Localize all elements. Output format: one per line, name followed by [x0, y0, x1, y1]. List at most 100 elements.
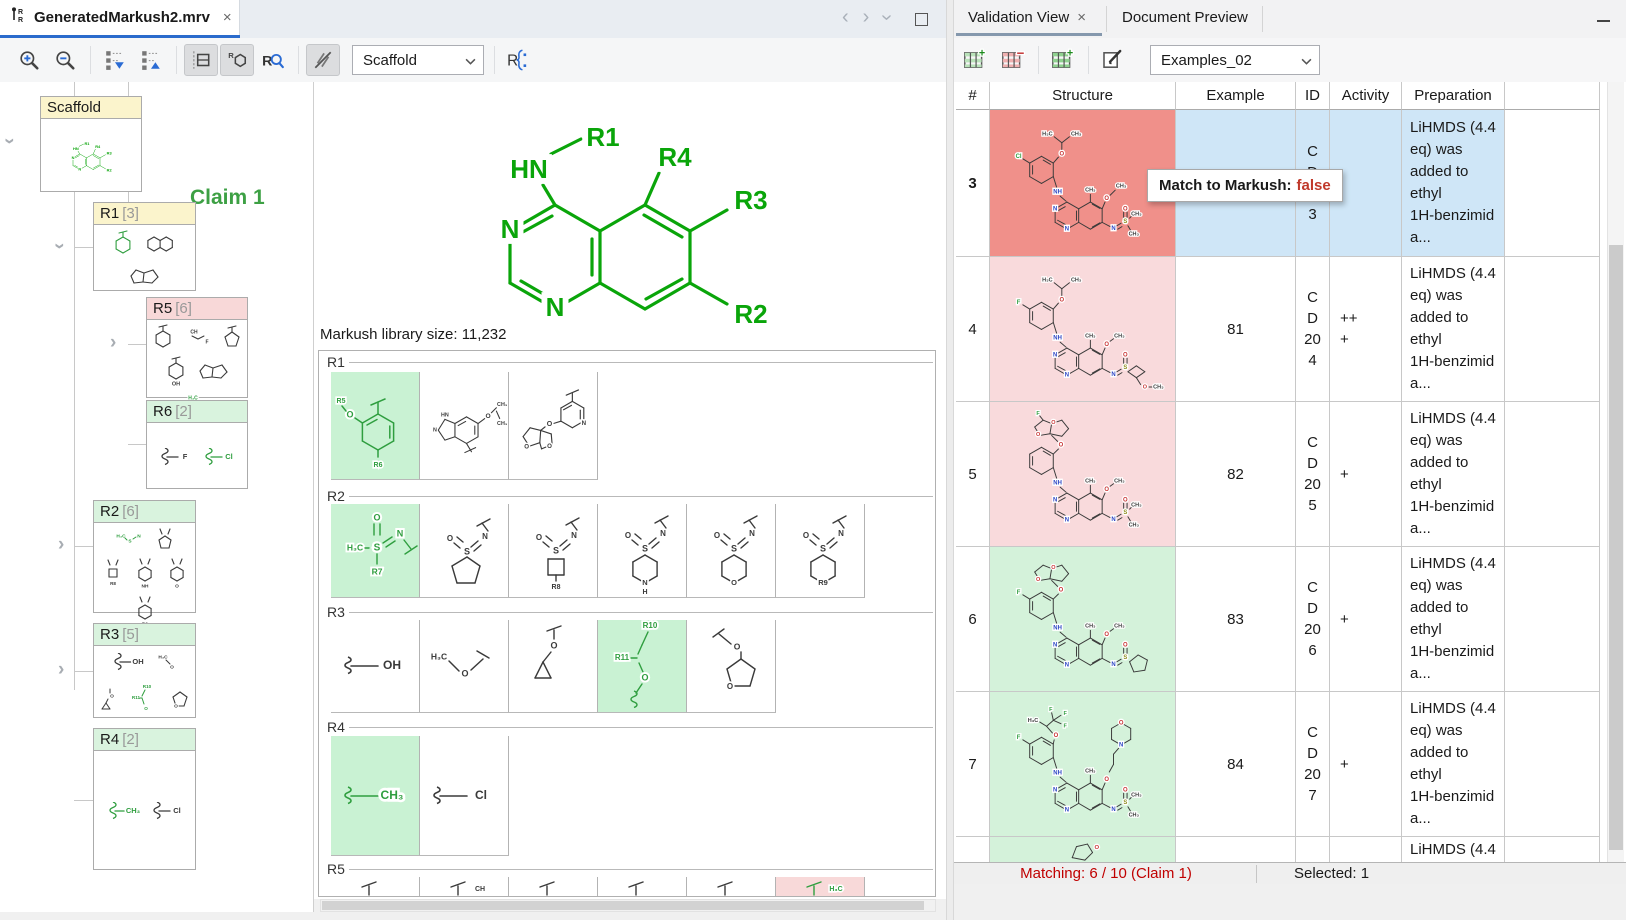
rgroup-cell[interactable]: Cl	[420, 736, 509, 856]
next-tab-icon[interactable]: ›	[863, 6, 870, 29]
tree-node-header[interactable]: R1[3]	[94, 203, 195, 225]
canvas-horizontal-scrollbar[interactable]	[320, 899, 936, 912]
close-tab-icon[interactable]: ×	[223, 9, 232, 26]
rgroup-cell[interactable]: OSN	[420, 504, 509, 598]
table-cell[interactable]: C D 20 5	[1296, 402, 1330, 547]
rgroup-cell[interactable]: H₃C	[776, 877, 865, 897]
table-cell[interactable]: 3	[956, 110, 990, 257]
table-cell[interactable]	[1505, 402, 1600, 547]
previous-tab-icon[interactable]: ‹	[842, 6, 849, 29]
rgroup-cell[interactable]: R10R11O	[598, 620, 687, 713]
rgroup-cell[interactable]	[687, 877, 776, 897]
rgroup-cell[interactable]: CH₃	[331, 736, 420, 856]
add-matching-rows-button[interactable]: +	[1046, 44, 1080, 76]
rgroup-cell[interactable]	[598, 877, 687, 897]
add-table-button[interactable]: +	[958, 44, 992, 76]
dataset-dropdown[interactable]: Examples_02	[1150, 45, 1320, 75]
rgroup-cell[interactable]	[509, 877, 598, 897]
tree-node-r1[interactable]: R1[3]	[93, 202, 196, 291]
rgroup-cell[interactable]: OO	[687, 620, 776, 713]
zoom-out-button[interactable]	[48, 44, 82, 76]
tree-node-header[interactable]: R6[2]	[147, 401, 247, 423]
table-cell[interactable]: 7	[956, 692, 990, 837]
rgroup-cell[interactable]	[331, 877, 420, 897]
table-cell[interactable]: O	[990, 837, 1176, 862]
tree-node-header[interactable]: Scaffold	[41, 97, 141, 119]
expander-icon[interactable]: ›	[2, 138, 16, 144]
column-header-structure[interactable]: Structure	[990, 82, 1176, 110]
scrollbar-thumb[interactable]	[322, 901, 924, 910]
table-cell[interactable]: +	[1330, 692, 1402, 837]
zoom-in-button[interactable]	[12, 44, 46, 76]
table-cell[interactable]: +	[1330, 402, 1402, 547]
rgroup-cell[interactable]: H₃CO	[420, 620, 509, 713]
pane-divider[interactable]	[946, 0, 954, 920]
column-header-example[interactable]: Example	[1176, 82, 1296, 110]
tree-node-header[interactable]: R5[6]	[147, 298, 247, 320]
tree-node-r5[interactable]: R5[6]CHFOHH₃C	[146, 297, 248, 398]
table-cell[interactable]: 82	[1176, 402, 1296, 547]
table-cell[interactable]	[1505, 110, 1600, 257]
table-cell[interactable]: +	[1330, 547, 1402, 692]
rgroup-structure-toggle[interactable]: R	[220, 44, 254, 76]
table-cell[interactable]: LiHMDS (4.4 eq) was added to ethyl 1H-be…	[1402, 110, 1505, 257]
tree-node-r3[interactable]: R3[5]OHH₃COOR10R11OO	[93, 623, 196, 718]
table-cell[interactable]: NNNHCH₃ONSOFOH₃CCH₃CH₃OCH₃	[990, 257, 1176, 402]
rgroup-cell[interactable]: CH	[420, 877, 509, 897]
table-cell[interactable]: C D 20 6	[1296, 547, 1330, 692]
table-cell[interactable]	[1505, 547, 1600, 692]
rgroup-cell[interactable]: OSNR8	[509, 504, 598, 598]
rgroup-query-search-button[interactable]: R	[256, 44, 290, 76]
table-cell[interactable]	[1176, 837, 1296, 862]
group-view-toggle[interactable]	[184, 44, 218, 76]
close-icon[interactable]: ×	[1077, 9, 1086, 26]
tree-node-r4[interactable]: R4[2]CH₃Cl	[93, 728, 196, 870]
tab-list-icon[interactable]: ›	[875, 14, 898, 21]
table-cell[interactable]: NNNHCH₃ONSOFOOOCH₃	[990, 547, 1176, 692]
column-header-num[interactable]: #	[956, 82, 990, 110]
minimize-pane-icon[interactable]	[1597, 20, 1610, 22]
table-cell[interactable]: LiHMDS (4.4 eq) was added to ethyl 1H-be…	[1402, 402, 1505, 547]
tree-node-header[interactable]: R4[2]	[94, 729, 195, 751]
column-header-id[interactable]: ID	[1296, 82, 1330, 110]
table-cell[interactable]: NNNHCH₃ONSOOOOFCH₃CH₃CH₃	[990, 402, 1176, 547]
table-cell[interactable]: LiHMDS (4.4 eq) was added to ethyl 1H-be…	[1402, 692, 1505, 837]
edit-validation-button[interactable]	[1096, 44, 1130, 76]
table-vertical-scrollbar[interactable]	[1607, 82, 1624, 862]
table-cell[interactable]: C D 20 4	[1296, 257, 1330, 402]
table-cell[interactable]: LiHMDS (4.4 eq) was added to ethyl 1H-be…	[1402, 547, 1505, 692]
rgroup-brace-button[interactable]: R	[500, 44, 534, 76]
scrollbar-thumb[interactable]	[1609, 245, 1623, 850]
rgroup-cell[interactable]: OSNR9	[776, 504, 865, 598]
tree-node-r6[interactable]: R6[2]FCl	[146, 400, 248, 489]
expander-icon[interactable]: ›	[58, 663, 64, 677]
column-header-activity[interactable]: Activity	[1330, 82, 1402, 110]
rgroup-cell[interactable]: OH₃CSNR7	[331, 504, 420, 598]
table-cell[interactable]: 84	[1176, 692, 1296, 837]
tree-node-header[interactable]: R3[5]	[94, 624, 195, 646]
table-cell[interactable]: 6	[956, 547, 990, 692]
rgroup-cell[interactable]: OR5R6	[331, 372, 420, 480]
rgroup-cell[interactable]: OSNO	[687, 504, 776, 598]
table-cell[interactable]: ++ +	[1330, 257, 1402, 402]
hide-rlogic-toggle[interactable]	[306, 44, 340, 76]
table-cell[interactable]	[1330, 837, 1402, 862]
table-cell[interactable]	[1505, 257, 1600, 402]
table-cell[interactable]: 83	[1176, 547, 1296, 692]
markush-canvas[interactable]: HNR1R4R3R2NN Markush library size: 11,23…	[314, 82, 946, 899]
tree-node-r2[interactable]: R2[6]H₃CSNR8NHOR9	[93, 500, 196, 613]
table-cell[interactable]: LiHMDS (4.4	[1402, 837, 1505, 862]
table-cell[interactable]	[1505, 692, 1600, 837]
expander-icon[interactable]: ›	[58, 538, 64, 552]
expander-icon[interactable]: ›	[52, 243, 66, 249]
table-cell[interactable]: LiHMDS (4.4 eq) was added to ethyl 1H-be…	[1402, 257, 1505, 402]
tree-node-header[interactable]: R2[6]	[94, 501, 195, 523]
tree-node-scaffold[interactable]: ScaffoldHNR1R4R3R2NN	[40, 96, 142, 192]
tab-document-preview[interactable]: Document Preview	[1110, 0, 1260, 35]
table-cell[interactable]: 81	[1176, 257, 1296, 402]
tab-validation-view[interactable]: Validation View ×	[956, 0, 1098, 35]
expander-icon[interactable]: ›	[110, 336, 116, 350]
remove-rows-button[interactable]: −	[996, 44, 1030, 76]
table-cell[interactable]: 4	[956, 257, 990, 402]
rgroup-cell[interactable]: OOON	[509, 372, 598, 480]
